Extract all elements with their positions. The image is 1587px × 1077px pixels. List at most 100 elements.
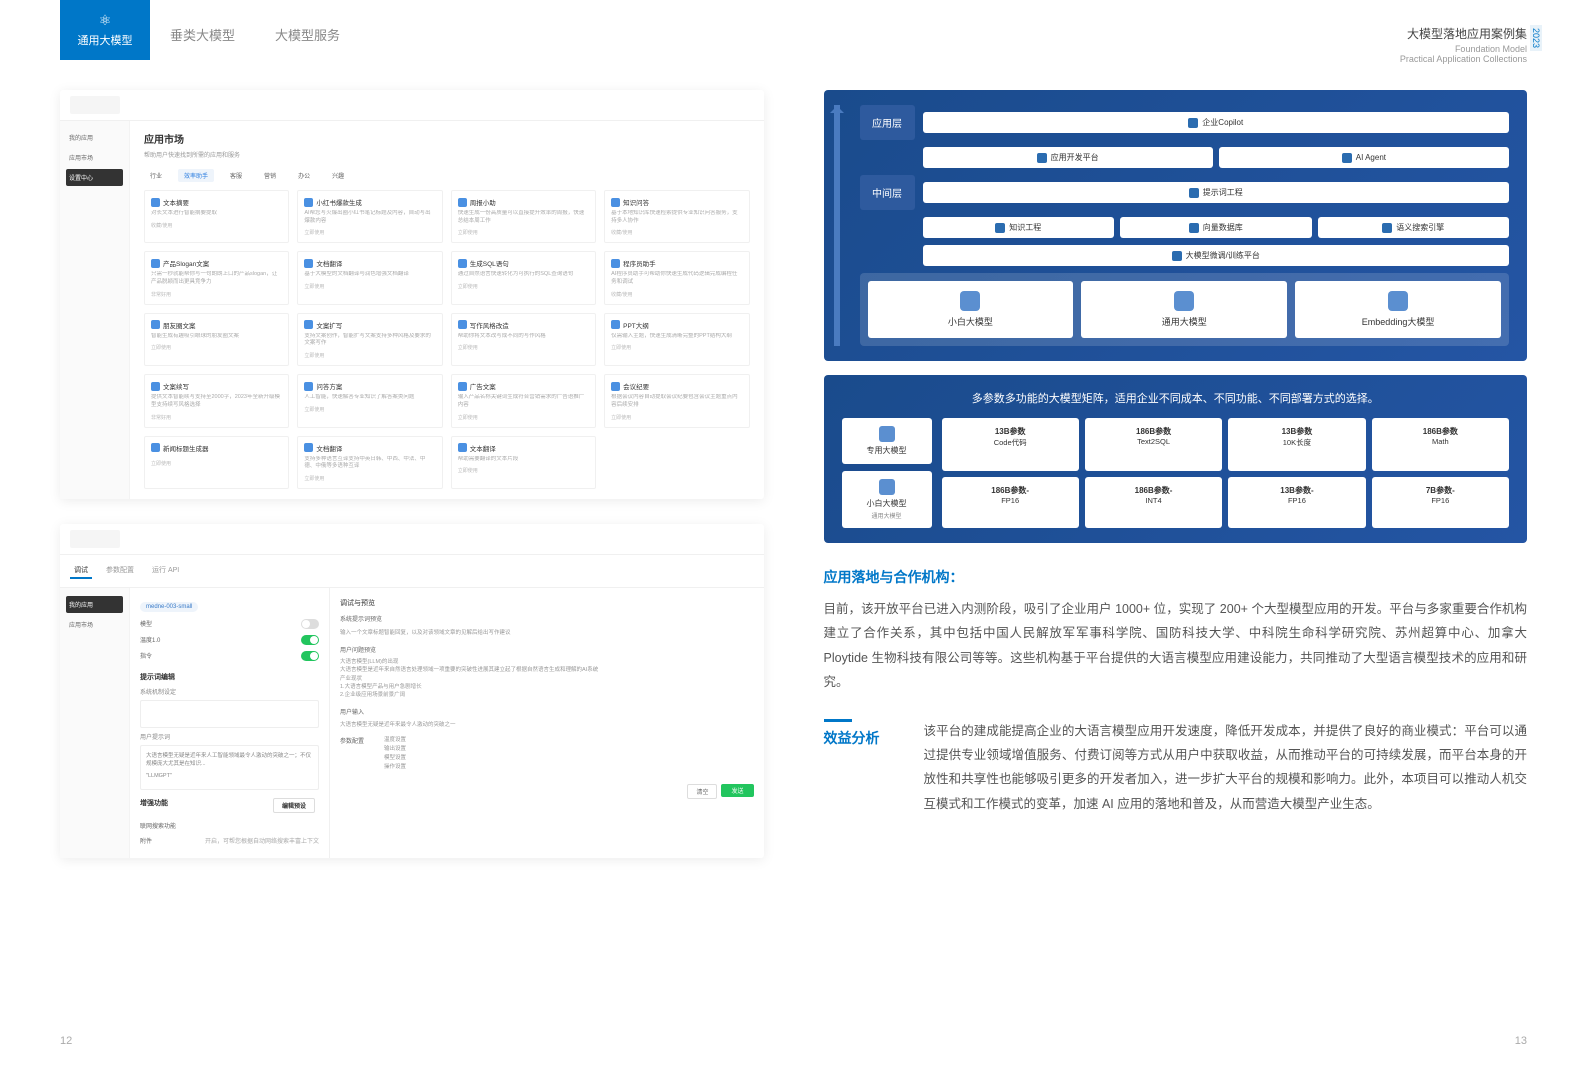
app-title: 文案扩写 <box>316 320 342 330</box>
app-card[interactable]: 写作风格改造帮助你将文本改写成不同的写作风格立即使用 <box>451 313 596 366</box>
sidebar-item[interactable]: 应用市场 <box>66 616 123 633</box>
input-text: 大语言模型无疑是近年来最令人激动的突破之一 <box>340 720 754 728</box>
app-card[interactable]: 小红书爆款生成AI帮您写火爆出圈小红书笔记标题及内容，自动写出爆款内容立即使用 <box>297 190 442 243</box>
app-card[interactable]: 朋友圈文案智能生成有趣吸引眼球的朋友圈文案立即使用 <box>144 313 289 366</box>
app-desc: 帮助需要翻译的文本片段 <box>458 456 589 464</box>
filter-tab[interactable]: 行业 <box>144 169 168 182</box>
page-title: 应用市场 <box>144 131 750 146</box>
app-card[interactable]: PPT大纲仅需输入主题，快速生成清晰完整的PPT结构大纲立即使用 <box>604 313 749 366</box>
section-title: 应用落地与合作机构： <box>824 567 1528 587</box>
card-icon <box>1172 251 1182 261</box>
app-title: 文档翻译 <box>316 258 342 268</box>
app-desc: 提供文本智能续写支持至2000字，2023年全新升级模型支持续写风格选择 <box>151 394 282 409</box>
user-preview-label: 用户问题预览 <box>340 645 754 654</box>
textarea-sys[interactable] <box>140 700 319 728</box>
app-card[interactable]: 新闻标题生成器立即使用 <box>144 436 289 489</box>
tab-params[interactable]: 参数配置 <box>102 563 138 579</box>
layer-card: 提示词工程 <box>923 182 1510 203</box>
app-title: 周报小助 <box>470 197 496 207</box>
settings-label: 指令 <box>140 651 152 660</box>
app-desc: 输入产品名称关键词生成符合营销需求的广告语推广内容 <box>458 394 589 409</box>
app-title: 产品Slogan文案 <box>163 258 209 268</box>
app-card[interactable]: 文本摘要对长文本进行智能摘要提取收藏/使用 <box>144 190 289 243</box>
layer-card: 语义搜索引擎 <box>1318 217 1510 238</box>
tab-debug[interactable]: 调试 <box>70 563 92 579</box>
app-footer: 立即使用 <box>304 475 435 482</box>
diagram-title: 多参数多功能的大模型矩阵，适用企业不同成本、不同功能、不同部署方式的选择。 <box>842 390 1510 406</box>
app-title: 问答方案 <box>316 381 342 391</box>
app-title: 写作风格改造 <box>470 320 509 330</box>
tab-general-model[interactable]: ⚛通用大模型 <box>60 0 150 60</box>
app-footer: 非常好用 <box>151 414 282 421</box>
app-title: 朋友圈文案 <box>163 320 196 330</box>
tab-vertical-model[interactable]: 垂类大模型 <box>150 0 255 54</box>
app-desc: 仅需输入主题，快速生成清晰完整的PPT结构大纲 <box>611 333 742 341</box>
tab-model-service[interactable]: 大模型服务 <box>255 0 360 54</box>
app-footer: 非常好用 <box>151 291 282 298</box>
app-footer: 立即使用 <box>458 467 589 474</box>
filter-tab[interactable]: 兴趣 <box>326 169 350 182</box>
app-desc: 支持多种语言互译支持中英日韩、中西、中法、中德、中俄等多语种互译 <box>304 456 435 471</box>
section-title: 效益分析 <box>824 728 894 748</box>
app-card[interactable]: 问答方案人工智能，快速解答专业知识了解答案类问题立即使用 <box>297 374 442 427</box>
sidebar-item-active[interactable]: 设置中心 <box>66 169 123 186</box>
sys-prompt-label: 系统机制设定 <box>140 687 319 696</box>
app-desc: AI帮您写火爆出圈小红书笔记标题及内容，自动写出爆款内容 <box>304 210 435 225</box>
app-card[interactable]: 会议纪要根据会议内容自动提取会议纪要包含会议主题重点内容后续安排立即使用 <box>604 374 749 427</box>
card-icon <box>1189 188 1199 198</box>
send-button[interactable]: 发送 <box>721 784 753 797</box>
filter-tab[interactable]: 客服 <box>224 169 248 182</box>
preview-panel: 调试与预览 系统提示词预览 输入一个文章标题智能回复，以及对该领域文章的见解后给… <box>330 588 764 858</box>
app-card[interactable]: 文本翻译帮助需要翻译的文本片段立即使用 <box>451 436 596 489</box>
app-card[interactable]: 生成SQL语句通过自然语言快速转化为可执行的SQL查询语句立即使用 <box>451 251 596 304</box>
layer-card: 大模型微调/训练平台 <box>923 245 1510 266</box>
app-icon <box>151 443 160 452</box>
model-category: 专用大模型 <box>842 418 932 464</box>
app-footer: 收藏/使用 <box>611 229 742 236</box>
filter-tab[interactable]: 营销 <box>258 169 282 182</box>
app-card[interactable]: 文案续写提供文本智能续写支持至2000字，2023年全新升级模型支持续写风格选择… <box>144 374 289 427</box>
enhance-label: 联网搜索功能 <box>140 821 176 830</box>
page-number: 13 <box>1515 1035 1527 1047</box>
toggle[interactable] <box>301 635 319 645</box>
model-chip[interactable]: medne-003-small <box>140 602 198 612</box>
sidebar-item[interactable]: 应用市场 <box>66 149 123 166</box>
app-card[interactable]: 知识问答基于本地知识库快速检索提供专业知识问答服务，支持多人协作收藏/使用 <box>604 190 749 243</box>
sidebar-item[interactable]: 我的应用 <box>66 596 123 613</box>
app-icon <box>151 382 160 391</box>
sidebar: 我的应用 应用市场 <box>60 588 130 858</box>
app-desc: 人工智能，快速解答专业知识了解答案类问题 <box>304 394 435 402</box>
settings-panel: medne-003-small 模型 温度1.0 指令 提示词编辑 系统机制设定… <box>130 588 330 858</box>
app-icon <box>151 198 160 207</box>
app-card[interactable]: 周报小助快速生成一份高质量可以直接提升效率的周报，快速总结本周工作立即使用 <box>451 190 596 243</box>
edit-preset-button[interactable]: 编辑预设 <box>273 798 315 813</box>
filter-tab-active[interactable]: 效率助手 <box>178 169 214 182</box>
app-card[interactable]: 广告文案输入产品名称关键词生成符合营销需求的广告语推广内容立即使用 <box>451 374 596 427</box>
app-card[interactable]: 产品Slogan文案只需一秒就能帮你写一句朗朗上口的产品slogan，让产品脱颖… <box>144 251 289 304</box>
accent-bar <box>824 719 852 722</box>
app-card[interactable]: 文案扩写支持文案创作，智能扩写文案支持多种风格及要求的文案写作立即使用 <box>297 313 442 366</box>
section-title: 提示词编辑 <box>140 672 319 682</box>
app-icon <box>611 382 620 391</box>
tab-api[interactable]: 运行 API <box>148 563 183 579</box>
app-card[interactable]: 文档翻译基于大模型的文档翻译与润色增强文档翻译立即使用 <box>297 251 442 304</box>
app-footer: 立即使用 <box>304 352 435 359</box>
clear-button[interactable]: 清空 <box>687 784 717 799</box>
param-row: 模型设置 <box>384 754 406 763</box>
app-card[interactable]: 程序员助手AI程序员助手可帮助你快速生成代码逻辑完成编程任务和调试收藏/使用 <box>604 251 749 304</box>
param-row: 操作设置 <box>384 763 406 772</box>
arrow-icon <box>834 105 840 346</box>
body-text: 目前，该开放平台已进入内测阶段，吸引了企业用户 1000+ 位，实现了 200+… <box>824 597 1528 695</box>
app-title: PPT大纲 <box>623 320 649 330</box>
sidebar-item[interactable]: 我的应用 <box>66 129 123 146</box>
textarea-user[interactable]: 大语言模型无疑是近年来人工智能领域最令人激动的突破之一；不仅规模庞大尤其是在知识… <box>140 745 319 790</box>
app-title: 文案续写 <box>163 381 189 391</box>
toggle[interactable] <box>301 619 319 629</box>
app-footer: 立即使用 <box>458 414 589 421</box>
toggle[interactable] <box>301 651 319 661</box>
filter-tab[interactable]: 办公 <box>292 169 316 182</box>
app-title: 知识问答 <box>623 197 649 207</box>
app-card[interactable]: 文档翻译支持多种语言互译支持中英日韩、中西、中法、中德、中俄等多语种互译立即使用 <box>297 436 442 489</box>
param-cell: 7B参数-FP16 <box>1372 477 1509 528</box>
model-category: 小白大模型通用大模型 <box>842 471 932 528</box>
